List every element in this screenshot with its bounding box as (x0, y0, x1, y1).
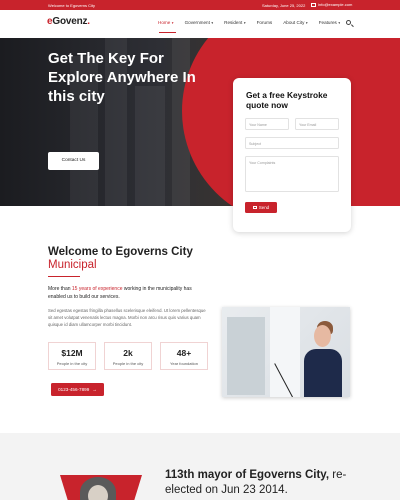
stat-value: $12M (61, 348, 83, 358)
nav-item-about-city[interactable]: About City ▾ (283, 20, 308, 25)
chevron-down-icon: ▾ (243, 20, 246, 25)
stat-card: 2k People in the city (104, 342, 152, 370)
stat-label: People in the city (112, 361, 144, 366)
subject-field[interactable]: Subject (245, 137, 339, 149)
mail-icon (311, 2, 316, 7)
send-label: Send (258, 205, 270, 210)
lead-highlight: 15 years of experience (71, 286, 123, 292)
stat-label: Year foundation (170, 361, 198, 366)
mayor-heading-bold: 113th mayor of Egoverns City, (165, 469, 330, 481)
mail-icon (252, 206, 257, 209)
search-icon[interactable] (346, 20, 351, 25)
speaker-body (304, 349, 342, 397)
quote-form-title: Get a free Keystroke quote now (246, 90, 328, 110)
email-field[interactable]: Your Email (295, 118, 339, 130)
chevron-down-icon: ▾ (171, 20, 174, 25)
welcome-subtitle: Municipal (48, 259, 97, 271)
top-bar: Welcome to Egoverns City Saturday, June … (0, 0, 400, 10)
stat-label: People in the city (56, 361, 88, 366)
speaker-head (314, 325, 331, 347)
stat-value: 2k (123, 348, 133, 358)
nav-item-government[interactable]: Government ▾ (185, 20, 214, 25)
nav-label: Government (184, 20, 210, 25)
quote-form-card: Get a free Keystroke quote now Your Name… (233, 78, 351, 232)
logo-text: Govenz (52, 16, 88, 27)
nav-item-features[interactable]: Features ▾ (319, 20, 340, 25)
main-nav: Home ▾ Government ▾ Resident ▾ Forums About… (158, 20, 340, 25)
nav-item-resident[interactable]: Resident ▾ (224, 20, 245, 25)
welcome-body-text: Sed egestas egestas fringilla phasellus … (48, 308, 206, 328)
send-button[interactable]: Send (245, 202, 277, 213)
nav-label: Home (158, 20, 171, 25)
phone-button[interactable]: 0123-456-7899 → (51, 383, 104, 396)
arrow-right-icon: → (92, 387, 97, 392)
mayor-heading: 113th mayor of Egoverns City, re-elected… (165, 468, 365, 498)
logo-dot: . (87, 16, 90, 27)
hero-title: Get The Key For Explore Anywhere In this… (48, 50, 196, 105)
nav-active-underline (159, 32, 176, 33)
nav-label: Resident (224, 20, 243, 25)
section-divider (48, 276, 80, 277)
phone-number: 0123-456-7899 (58, 387, 90, 392)
nav-item-home[interactable]: Home ▾ (158, 20, 174, 25)
nav-label: Features (318, 20, 337, 25)
stat-card: 48+ Year foundation (160, 342, 208, 370)
topbar-email-link[interactable]: info@example.com (311, 2, 352, 7)
site-header: eGovenz. Home ▾ Government ▾ Resident ▾ For… (0, 10, 400, 38)
contact-us-button[interactable]: Contact Us (48, 152, 99, 170)
complaints-field[interactable]: Your Complaints (245, 156, 339, 192)
photo-wall-panel (227, 317, 265, 395)
chevron-down-icon: ▾ (211, 20, 214, 25)
chevron-down-icon: ▾ (338, 20, 341, 25)
welcome-lead: More than 15 years of experience working… (48, 286, 208, 301)
stat-value: 48+ (176, 348, 192, 358)
lead-pre: More than (48, 286, 72, 292)
site-logo[interactable]: eGovenz. (47, 16, 90, 27)
stat-card: $12M People in the city (48, 342, 96, 370)
nav-item-forums[interactable]: Forums (257, 20, 273, 25)
welcome-title: Welcome to Egoverns City (48, 246, 193, 258)
name-field[interactable]: Your Name (245, 118, 289, 130)
mayor-photo-face (88, 485, 108, 500)
topbar-welcome-text: Welcome to Egoverns City (48, 3, 96, 8)
nav-label: About City (283, 20, 305, 25)
topbar-email-text: info@example.com (318, 2, 353, 8)
chevron-down-icon: ▾ (305, 20, 308, 25)
topbar-date: Saturday, June 25, 2022 (262, 3, 306, 8)
speaker-photo (222, 307, 350, 397)
nav-label: Forums (256, 20, 273, 25)
